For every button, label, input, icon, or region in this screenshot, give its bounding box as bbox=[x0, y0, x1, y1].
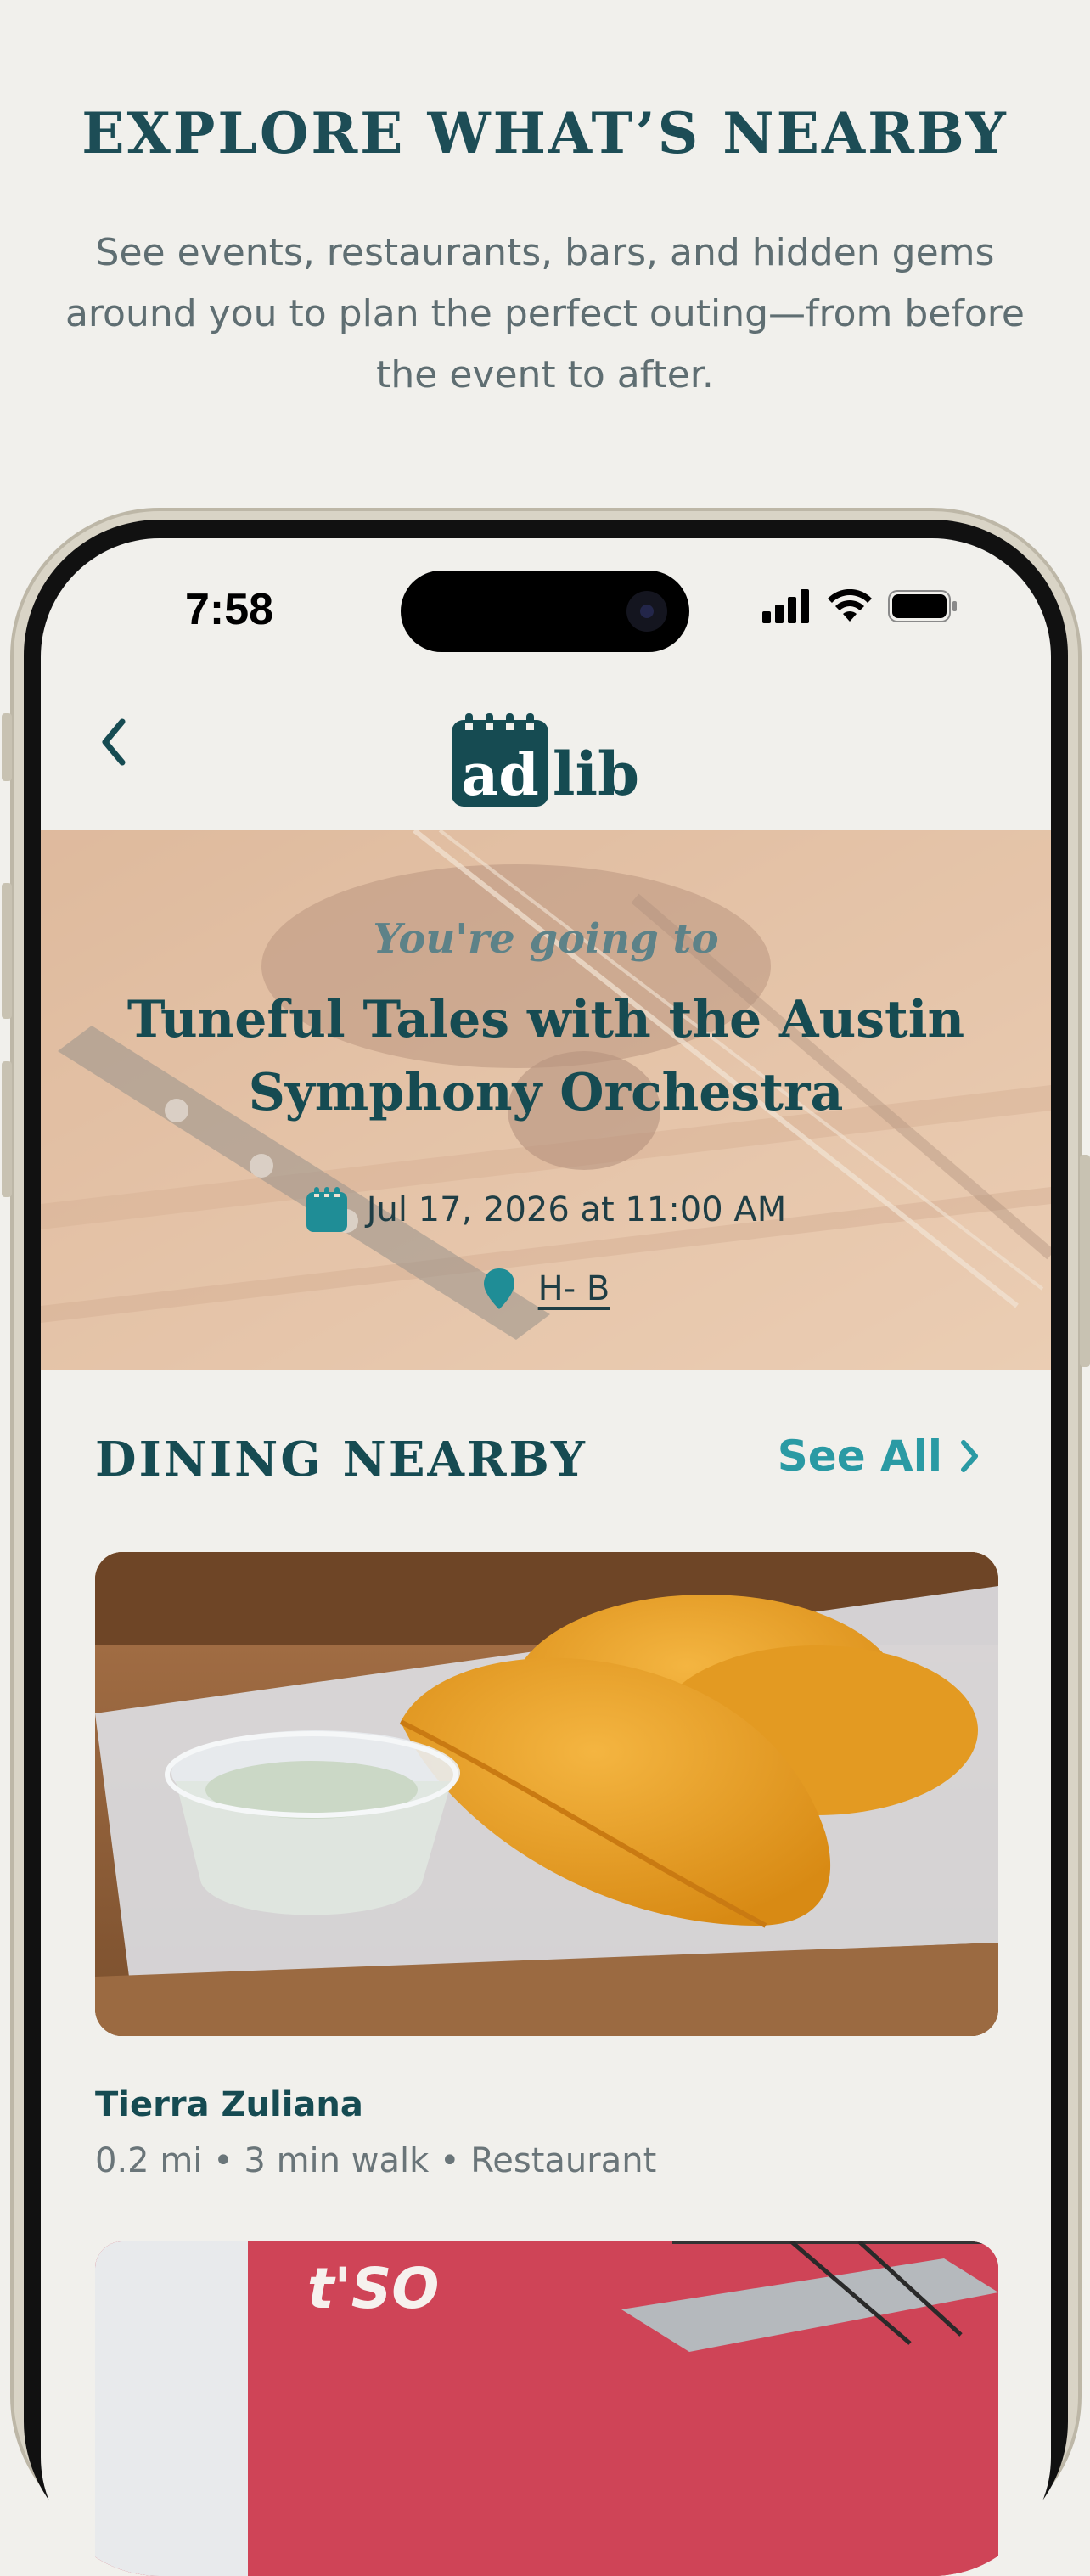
store-sign-text: t'SO bbox=[307, 2256, 439, 2321]
storefront-photo: t'SO bbox=[95, 2241, 998, 2576]
event-venue-row[interactable]: H- B bbox=[41, 1267, 1051, 1311]
adlib-logo: ad lib bbox=[450, 711, 645, 810]
dynamic-island bbox=[401, 571, 689, 652]
restaurant-card-image[interactable]: t'SO bbox=[95, 2241, 998, 2576]
event-kicker: You're going to bbox=[373, 915, 719, 963]
restaurant-meta: 0.2 mi • 3 min walk • Restaurant bbox=[95, 2141, 657, 2180]
event-hero: You're going to Tuneful Tales with the A… bbox=[41, 830, 1051, 1370]
promo-title: EXPLORE WHAT’S NEARBY bbox=[81, 100, 1009, 166]
status-icons bbox=[762, 589, 958, 623]
calendar-icon bbox=[306, 1187, 347, 1232]
see-all-button[interactable]: See All bbox=[778, 1431, 980, 1481]
event-title: Tuneful Tales with the Austin Symphony O… bbox=[126, 990, 965, 1122]
wifi-icon bbox=[828, 589, 872, 622]
restaurant-name[interactable]: Tierra Zuliana bbox=[95, 2085, 363, 2124]
phone-volume-up-button bbox=[2, 883, 12, 1019]
see-all-label: See All bbox=[777, 1431, 942, 1481]
empanadas-photo bbox=[95, 1552, 998, 2036]
event-date-row: Jul 17, 2026 at 11:00 AM bbox=[41, 1187, 1051, 1233]
chevron-right-icon bbox=[961, 1440, 978, 1472]
event-date: Jul 17, 2026 at 11:00 AM bbox=[366, 1190, 787, 1229]
promo-subtitle: See events, restaurants, bars, and hidde… bbox=[65, 231, 1025, 397]
restaurant-card-image[interactable] bbox=[95, 1552, 998, 2036]
battery-icon bbox=[888, 590, 957, 622]
map-pin-icon bbox=[483, 1268, 514, 1309]
phone-action-button bbox=[2, 713, 12, 781]
logo-text-ad: ad bbox=[461, 741, 539, 807]
logo-text-lib: lib bbox=[553, 739, 639, 807]
dining-section-title: DINING NEARBY bbox=[95, 1431, 587, 1488]
phone-volume-down-button bbox=[2, 1061, 12, 1197]
front-camera bbox=[626, 591, 667, 632]
chevron-left-icon bbox=[102, 718, 126, 766]
cellular-signal-icon bbox=[762, 589, 809, 623]
back-button[interactable] bbox=[88, 708, 139, 776]
phone-power-button bbox=[1080, 1155, 1090, 1367]
event-venue-link[interactable]: H- B bbox=[538, 1269, 610, 1308]
phone-screen: 7:58 ad lib You're going to Tuneful Tale… bbox=[41, 538, 1051, 2576]
status-time: 7:58 bbox=[185, 585, 274, 634]
